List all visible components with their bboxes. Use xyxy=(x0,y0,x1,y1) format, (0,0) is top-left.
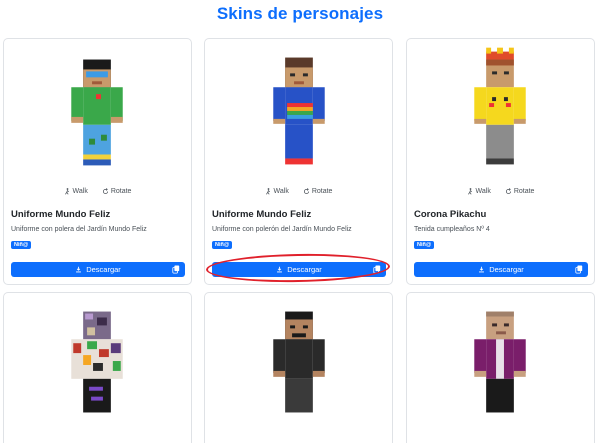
skin-card xyxy=(406,292,595,443)
copy-icon[interactable] xyxy=(172,265,180,274)
rotate-icon xyxy=(303,188,309,194)
copy-icon[interactable] xyxy=(373,265,381,274)
rotate-icon xyxy=(102,188,108,194)
walk-icon xyxy=(265,188,270,195)
skin-preview[interactable] xyxy=(4,293,191,433)
download-label: Descargar xyxy=(86,265,121,274)
walk-label: Walk xyxy=(273,188,289,195)
skin-preview[interactable] xyxy=(205,39,392,179)
skin-description: Tenida cumpleaños Nº 4 xyxy=(414,226,490,233)
walk-icon xyxy=(64,188,69,195)
category-badge: Niñ@ xyxy=(11,241,32,249)
download-icon xyxy=(76,266,82,273)
walk-icon xyxy=(467,188,472,195)
skin-preview[interactable] xyxy=(407,39,594,179)
rotate-label: Rotate xyxy=(311,188,333,195)
rotate-button[interactable]: Rotate xyxy=(503,187,537,196)
category-badge: Niñ@ xyxy=(414,241,435,249)
skin-card: Walk Rotate Corona Pikachu Tenida cumple… xyxy=(406,38,595,285)
skin-description: Uniforme con polerón del Jardín Mundo Fe… xyxy=(212,226,352,233)
skin-name: Uniforme Mundo Feliz xyxy=(212,209,312,220)
skin-card xyxy=(3,292,192,443)
skin-card: Walk Rotate Uniforme Mundo Feliz Uniform… xyxy=(3,38,192,285)
download-label: Descargar xyxy=(287,265,322,274)
walk-label: Walk xyxy=(475,188,491,195)
rotate-label: Rotate xyxy=(110,188,132,195)
copy-icon[interactable] xyxy=(575,265,583,274)
skin-preview[interactable] xyxy=(407,293,594,433)
rotate-icon xyxy=(505,188,511,194)
walk-label: Walk xyxy=(72,188,88,195)
skin-preview[interactable] xyxy=(205,293,392,433)
page-title: Skins de personajes xyxy=(216,4,384,23)
walk-button[interactable]: Walk xyxy=(62,187,90,196)
download-icon xyxy=(479,266,485,273)
download-button[interactable]: Descargar xyxy=(414,262,588,277)
skin-name: Uniforme Mundo Feliz xyxy=(11,209,111,220)
skin-preview[interactable] xyxy=(4,39,191,179)
rotate-label: Rotate xyxy=(513,188,535,195)
walk-button[interactable]: Walk xyxy=(263,187,291,196)
download-button[interactable]: Descargar xyxy=(212,262,386,277)
walk-button[interactable]: Walk xyxy=(465,187,493,196)
rotate-button[interactable]: Rotate xyxy=(100,187,134,196)
rotate-button[interactable]: Rotate xyxy=(301,187,335,196)
download-icon xyxy=(277,266,283,273)
download-label: Descargar xyxy=(489,265,524,274)
skin-card: Walk Rotate Uniforme Mundo Feliz Uniform… xyxy=(204,38,393,285)
skin-name: Corona Pikachu xyxy=(414,209,487,220)
skin-description: Uniforme con polera del Jardín Mundo Fel… xyxy=(11,226,147,233)
skin-card xyxy=(204,292,393,443)
download-button[interactable]: Descargar xyxy=(11,262,185,277)
category-badge: Niñ@ xyxy=(212,241,233,249)
